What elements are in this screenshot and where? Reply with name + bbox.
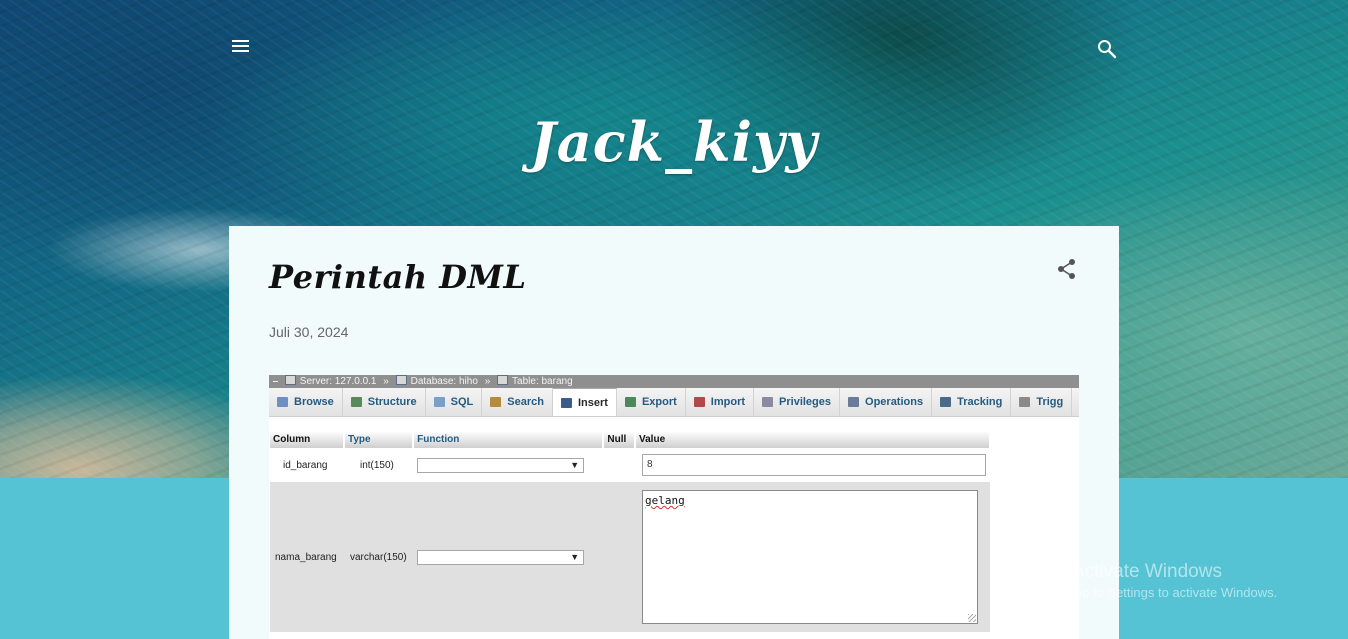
tab-label: Insert <box>577 396 608 409</box>
post-title[interactable]: Perintah DML <box>269 258 526 296</box>
blog-title[interactable]: Jack_kiyy <box>0 110 1348 174</box>
tab-import[interactable]: Import <box>686 388 755 416</box>
tab-trigg[interactable]: Trigg <box>1011 388 1073 416</box>
search-icon[interactable] <box>1096 38 1118 60</box>
table-row: nama_barang varchar(150) ▼ gelang <box>270 482 990 632</box>
tab-label: Trigg <box>1036 396 1064 408</box>
share-icon[interactable] <box>1057 258 1077 280</box>
search-icon <box>490 397 502 407</box>
breadcrumb-server: Server: 127.0.0.1 <box>299 376 377 387</box>
tab-label: Search <box>507 396 544 408</box>
header-null: Null <box>603 431 636 448</box>
tab-structure[interactable]: Structure <box>343 388 426 416</box>
triggers-icon <box>1019 397 1031 407</box>
privileges-icon <box>762 397 774 407</box>
table-row: id_barang int(150) ▼ 8 <box>270 448 990 482</box>
header-column: Column <box>270 431 345 448</box>
watermark-title: Activate Windows <box>1072 561 1222 582</box>
tab-label: SQL <box>450 396 474 408</box>
tab-export[interactable]: Export <box>617 388 686 416</box>
breadcrumb-database: Database: hiho <box>410 376 478 387</box>
column-name: id_barang <box>270 448 344 482</box>
function-select[interactable]: ▼ <box>417 549 585 565</box>
database-icon <box>395 375 407 385</box>
header-function: Function <box>413 431 605 448</box>
value-textarea[interactable]: gelang <box>642 490 978 624</box>
column-name: nama_barang <box>270 482 344 632</box>
tab-label: Tracking <box>957 396 1003 408</box>
post-image: ⎯ Server: 127.0.0.1 » Database: hiho » T… <box>269 375 1079 639</box>
export-icon <box>624 397 636 407</box>
hamburger-menu-icon[interactable] <box>231 38 251 54</box>
resize-handle[interactable] <box>968 614 976 622</box>
tab-insert[interactable]: Insert <box>552 388 617 416</box>
activate-windows-watermark: Activate Windows Go to Settings to activ… <box>1072 561 1277 600</box>
tab-operations[interactable]: Operations <box>840 388 933 416</box>
browse-icon <box>277 397 288 407</box>
function-select[interactable]: ▼ <box>417 457 585 473</box>
tab-tracking[interactable]: Tracking <box>932 388 1012 416</box>
watermark-subtitle: Go to Settings to activate Windows. <box>1072 585 1278 600</box>
post-date[interactable]: Juli 30, 2024 <box>269 324 348 340</box>
tab-label: Import <box>710 396 746 408</box>
value-input[interactable]: 8 <box>642 454 986 476</box>
tab-sql[interactable]: SQL <box>426 388 483 416</box>
tab-label: Structure <box>367 396 417 408</box>
tab-browse[interactable]: Browse <box>269 388 343 416</box>
header-value: Value <box>635 431 991 448</box>
breadcrumb-lead: ⎯ <box>273 376 278 387</box>
tab-search[interactable]: Search <box>482 388 553 416</box>
import-icon <box>693 397 705 407</box>
tab-label: Privileges <box>779 396 832 408</box>
tab-label: Browse <box>294 396 334 408</box>
pma-tabs: Browse Structure SQL Search Insert Export Impo… <box>269 388 1079 417</box>
breadcrumb-table: Table: barang <box>512 376 573 387</box>
column-type: varchar(150) <box>343 482 414 632</box>
tracking-icon <box>940 397 952 407</box>
breadcrumb-separator: » <box>383 376 389 387</box>
pma-breadcrumb: ⎯ Server: 127.0.0.1 » Database: hiho » T… <box>269 375 1079 388</box>
sql-icon <box>433 397 445 407</box>
table-header-row: Column Type Function Null Value <box>270 431 991 448</box>
structure-icon <box>350 397 362 407</box>
header-type: Type <box>343 431 415 448</box>
tab-privileges[interactable]: Privileges <box>754 388 841 416</box>
table-icon <box>497 375 509 385</box>
server-icon <box>284 375 296 385</box>
tab-label: Operations <box>865 396 924 408</box>
chevron-down-icon: ▼ <box>570 459 580 470</box>
tab-label: Export <box>641 396 677 408</box>
breadcrumb-separator: » <box>484 376 491 387</box>
column-type: int(150) <box>343 448 414 482</box>
operations-icon <box>848 397 860 407</box>
insert-icon <box>560 397 572 408</box>
post-card: Perintah DML Juli 30, 2024 ⎯ Server: 127… <box>229 226 1119 639</box>
insert-table: Column Type Function Null Value id_baran… <box>270 431 991 632</box>
value-text: gelang <box>645 494 685 507</box>
chevron-down-icon: ▼ <box>570 551 580 562</box>
